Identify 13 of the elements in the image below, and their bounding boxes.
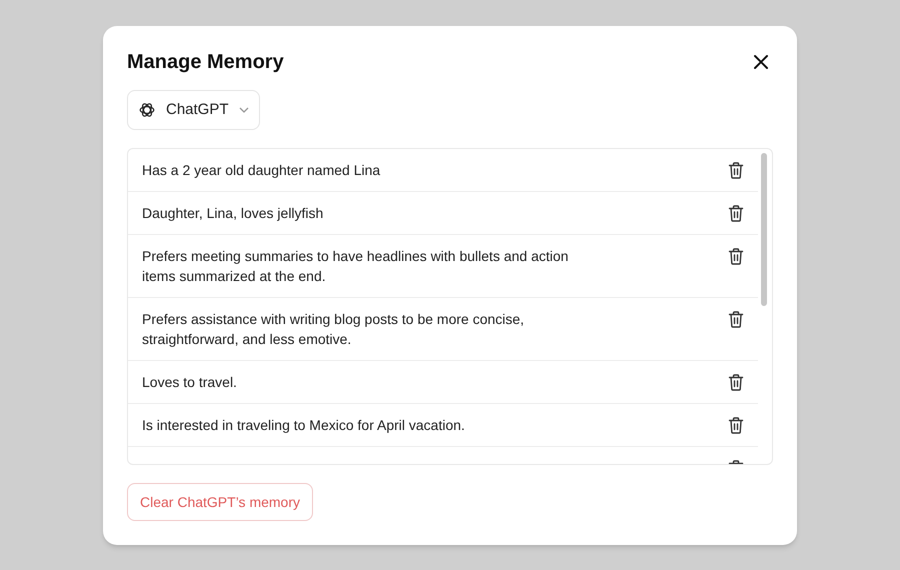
dialog-title: Manage Memory — [127, 50, 284, 75]
scrollbar[interactable] — [761, 153, 767, 306]
model-dropdown[interactable]: ChatGPT — [127, 90, 260, 130]
clear-memory-button[interactable]: Clear ChatGPT’s memory — [127, 483, 314, 521]
memory-text: Prefers meeting summaries to have headlines with bullets and action items summarized at the end. — [142, 247, 570, 286]
chevron-down-icon — [238, 107, 249, 113]
close-icon — [753, 54, 769, 70]
memory-text: Prefers assistance with writing blog posts to be more concise, straightforward, and less emotive. — [142, 310, 526, 349]
memory-text: Has a 2 year old daughter named Lina — [142, 161, 380, 180]
spiral-logo-icon — [138, 101, 156, 119]
memory-text: Loves to travel. — [142, 373, 237, 392]
memory-text: Daughter, Lina, loves jellyfish — [142, 204, 324, 223]
memory-text: Is interested in traveling to Mexico for April vacation. — [142, 416, 465, 435]
